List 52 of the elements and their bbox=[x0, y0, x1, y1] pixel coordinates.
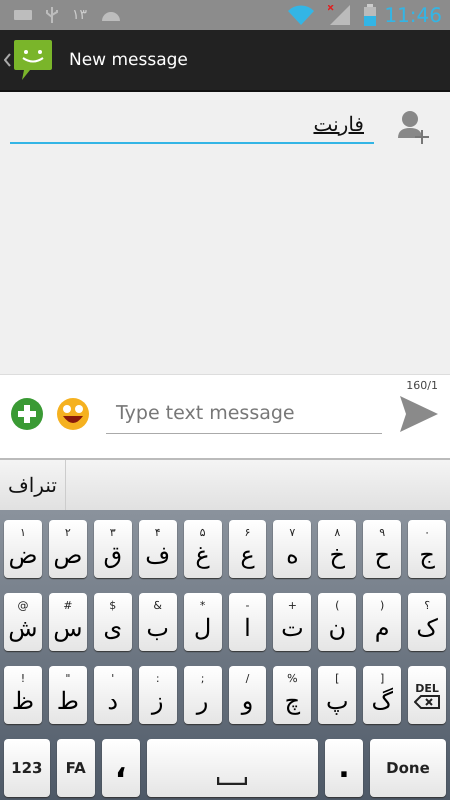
keyboard-key[interactable]: ۹ ح bbox=[363, 520, 402, 578]
keyboard-key[interactable]: ۶ ع bbox=[228, 520, 266, 578]
keyboard-key[interactable]: ۲ ص bbox=[48, 520, 87, 578]
keyboard-key[interactable]: ۷ ه bbox=[273, 520, 312, 578]
keyboard-key[interactable]: * ل bbox=[184, 593, 222, 651]
keyboard-key[interactable]: ۰ ج bbox=[408, 520, 446, 578]
message-bubble-icon[interactable] bbox=[14, 40, 52, 80]
keyboard-key[interactable]: / و bbox=[228, 666, 266, 724]
keyboard-key[interactable]: ] گ bbox=[363, 666, 402, 724]
keyboard-key[interactable]: ( ن bbox=[318, 593, 356, 651]
keyboard-key[interactable]: @ ش bbox=[4, 593, 42, 651]
keyboard-key[interactable]: ۳ ق bbox=[94, 520, 132, 578]
keyboard-key[interactable]: [ پ bbox=[318, 666, 356, 724]
keyboard-key[interactable]: 123 bbox=[4, 739, 50, 797]
clock-time: 11:46 bbox=[384, 3, 442, 27]
keyboard-key[interactable]: " ط bbox=[48, 666, 87, 724]
keyboard-key[interactable]: : ز bbox=[138, 666, 177, 724]
keyboard-key[interactable]: - ا bbox=[228, 593, 266, 651]
keyboard-key[interactable]: ۱ ض bbox=[4, 520, 42, 578]
keyboard-key[interactable]: ۸ خ bbox=[318, 520, 356, 578]
keyboard-key[interactable]: ، bbox=[102, 739, 140, 797]
battery-icon bbox=[364, 4, 376, 26]
smiley-icon[interactable] bbox=[56, 396, 90, 430]
keyboard-key[interactable]: ۴ ف bbox=[138, 520, 177, 578]
delete-key[interactable]: DEL bbox=[408, 666, 446, 724]
add-contact-icon[interactable] bbox=[398, 110, 430, 144]
keyboard-key[interactable]: % چ bbox=[273, 666, 312, 724]
keyboard-key[interactable]: & ب bbox=[138, 593, 177, 651]
recipient-field[interactable]: فارنت bbox=[10, 106, 374, 144]
keyboard-key[interactable]: # س bbox=[48, 593, 87, 651]
send-icon[interactable] bbox=[400, 396, 438, 432]
back-chevron-icon[interactable] bbox=[4, 53, 11, 67]
keyboard-key[interactable]: ; ر bbox=[184, 666, 222, 724]
keyboard-key[interactable]: ! ظ bbox=[4, 666, 42, 724]
keyboard-key[interactable]: ' د bbox=[94, 666, 132, 724]
message-input[interactable]: Type text message bbox=[106, 393, 382, 434]
signal-icon bbox=[328, 5, 350, 25]
keyboard-key[interactable]: . bbox=[324, 739, 363, 797]
keyboard-key[interactable]: FA bbox=[56, 739, 95, 797]
screen-title: New message bbox=[69, 50, 188, 70]
keyboard-key[interactable]: $ ی bbox=[94, 593, 132, 651]
keyboard-key[interactable]: ؟ ک bbox=[408, 593, 446, 651]
keyboard-key[interactable]: ۵ غ bbox=[184, 520, 222, 578]
keyboard-key[interactable]: Done bbox=[370, 739, 446, 797]
keyboard-key[interactable]: + ت bbox=[273, 593, 312, 651]
plus-icon[interactable] bbox=[10, 396, 44, 430]
wifi-icon bbox=[288, 5, 314, 25]
space-bar-icon bbox=[217, 777, 248, 785]
character-counter: 160/1 bbox=[405, 378, 438, 393]
keyboard-key[interactable]: ) م bbox=[363, 593, 402, 651]
notification-text: ١٣ bbox=[72, 7, 88, 23]
backspace-icon bbox=[414, 694, 440, 708]
